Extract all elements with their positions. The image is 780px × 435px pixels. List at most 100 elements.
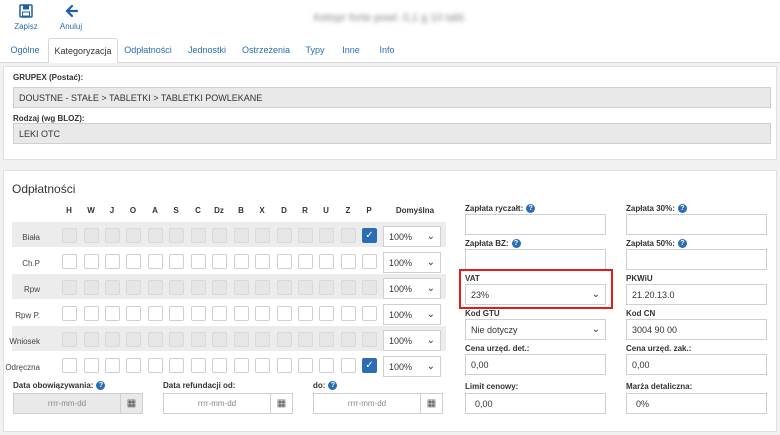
refund-checkbox[interactable]: ✓ (362, 228, 377, 243)
refund-checkbox[interactable] (126, 306, 141, 321)
refund-checkbox[interactable] (62, 306, 77, 321)
refund-checkbox[interactable] (169, 254, 184, 269)
refund-checkbox[interactable] (84, 306, 99, 321)
date-valid-text: Data obowiązywania: (13, 381, 94, 390)
refund-checkbox[interactable] (191, 254, 206, 269)
refund-checkbox[interactable] (105, 358, 120, 373)
refund-checkbox[interactable] (62, 254, 77, 269)
zaplata-50-input[interactable] (626, 249, 767, 270)
refund-checkbox[interactable] (362, 306, 377, 321)
refund-checkbox[interactable] (277, 306, 292, 321)
tab-ostrzezenia[interactable]: Ostrzeżenia (240, 38, 292, 63)
refund-checkbox[interactable] (62, 358, 77, 373)
save-button[interactable]: Zapisz (8, 4, 44, 31)
help-icon[interactable]: ? (96, 381, 106, 391)
default-refund-select[interactable]: 100% ⌄ (383, 330, 441, 351)
zaplata-bz-text: Zapłata BZ: (465, 239, 509, 248)
refund-checkbox[interactable] (319, 254, 334, 269)
refund-checkbox[interactable] (255, 254, 270, 269)
tab-typy[interactable]: Typy (300, 38, 330, 63)
refund-checkbox[interactable] (341, 358, 356, 373)
refund-checkbox[interactable] (126, 358, 141, 373)
pkwiu-input[interactable]: 21.20.13.0 (626, 284, 767, 305)
help-icon[interactable]: ? (526, 204, 536, 214)
refund-checkbox[interactable] (84, 254, 99, 269)
refund-checkbox[interactable] (234, 254, 249, 269)
tab-bar: Ogólne Kategoryzacja Odpłatności Jednost… (0, 38, 780, 64)
refund-checkbox[interactable] (148, 358, 163, 373)
row-label: Rpw (23, 285, 40, 294)
refund-checkbox[interactable] (255, 358, 270, 373)
refund-checkbox[interactable] (169, 306, 184, 321)
cena-zak-input[interactable]: 0,00 (626, 354, 767, 375)
refund-checkbox[interactable] (105, 254, 120, 269)
help-icon[interactable]: ? (328, 381, 338, 391)
chevron-down-icon: ⌄ (426, 231, 435, 242)
refund-checkbox[interactable]: ✓ (362, 358, 377, 373)
refund-checkbox[interactable] (341, 254, 356, 269)
default-refund-select[interactable]: 100% ⌄ (383, 278, 441, 299)
refund-checkbox[interactable] (298, 358, 313, 373)
default-refund-select[interactable]: 100% ⌄ (383, 304, 441, 325)
tab-info[interactable]: Info (372, 38, 402, 63)
refund-checkbox[interactable] (319, 306, 334, 321)
refund-checkbox[interactable] (126, 254, 141, 269)
calendar-icon[interactable]: ▦ (120, 394, 142, 413)
default-refund-select[interactable]: 100% ⌄ (383, 226, 441, 247)
date-refund-placeholder: rrrr-mm-dd (197, 399, 237, 408)
tab-inne[interactable]: Inne (336, 38, 366, 63)
column-header: O (129, 206, 137, 215)
refund-checkbox[interactable] (191, 358, 206, 373)
save-label: Zapisz (14, 22, 38, 31)
marza-label: Marża detaliczna: (626, 382, 693, 391)
date-refund-input[interactable]: rrrr-mm-dd ▦ (163, 393, 293, 414)
cancel-button[interactable]: Anuluj (53, 4, 89, 31)
refund-checkbox[interactable] (298, 254, 313, 269)
tab-ogolne[interactable]: Ogólne (4, 38, 46, 63)
zaplata-bz-input[interactable] (465, 249, 606, 270)
tab-kategoryzacja[interactable]: Kategoryzacja (48, 38, 118, 64)
refund-checkbox[interactable] (277, 358, 292, 373)
calendar-icon[interactable]: ▦ (420, 394, 442, 413)
refund-checkbox[interactable] (212, 306, 227, 321)
refund-checkbox[interactable] (362, 254, 377, 269)
refund-checkbox[interactable] (191, 306, 206, 321)
zaplata-ryczalt-input[interactable] (465, 214, 606, 235)
calendar-icon[interactable]: ▦ (270, 394, 292, 413)
refund-checkbox[interactable] (148, 254, 163, 269)
refund-checkbox[interactable] (234, 306, 249, 321)
cena-det-input[interactable]: 0,00 (465, 354, 606, 375)
kod-cn-input[interactable]: 3004 90 00 (626, 319, 767, 340)
arrow-left-icon (53, 4, 89, 22)
refund-checkbox[interactable] (169, 358, 184, 373)
column-header: Dz (214, 206, 224, 215)
default-refund-select[interactable]: 100% ⌄ (383, 356, 441, 377)
help-icon[interactable]: ? (511, 239, 521, 249)
refund-checkbox[interactable] (234, 358, 249, 373)
refund-checkbox[interactable] (105, 306, 120, 321)
refund-checkbox[interactable] (341, 306, 356, 321)
refund-checkbox[interactable] (212, 358, 227, 373)
refund-checkbox[interactable] (319, 358, 334, 373)
limit-input[interactable]: 0,00 (465, 393, 606, 414)
kod-gtu-select[interactable]: Nie dotyczy ⌄ (465, 319, 606, 340)
refund-checkbox (234, 332, 249, 347)
date-to-input[interactable]: rrrr-mm-dd ▦ (313, 393, 443, 414)
refund-checkbox[interactable] (255, 306, 270, 321)
refund-checkbox[interactable] (212, 254, 227, 269)
default-refund-select[interactable]: 100% ⌄ (383, 252, 441, 273)
kod-gtu-value: Nie dotyczy (471, 325, 518, 335)
refund-checkbox[interactable] (84, 358, 99, 373)
refund-checkbox[interactable] (148, 306, 163, 321)
refund-checkbox[interactable] (298, 306, 313, 321)
tab-jednostki[interactable]: Jednostki (183, 38, 231, 63)
column-header: C (195, 206, 201, 215)
default-column-header: Domyślna (395, 206, 435, 215)
column-header: B (238, 206, 244, 215)
help-icon[interactable]: ? (677, 204, 687, 214)
marza-input[interactable]: 0% (626, 393, 767, 414)
tab-odplatnosci[interactable]: Odpłatności (122, 38, 174, 63)
zaplata-30-input[interactable] (626, 214, 767, 235)
refund-checkbox[interactable] (277, 254, 292, 269)
help-icon[interactable]: ? (677, 239, 687, 249)
